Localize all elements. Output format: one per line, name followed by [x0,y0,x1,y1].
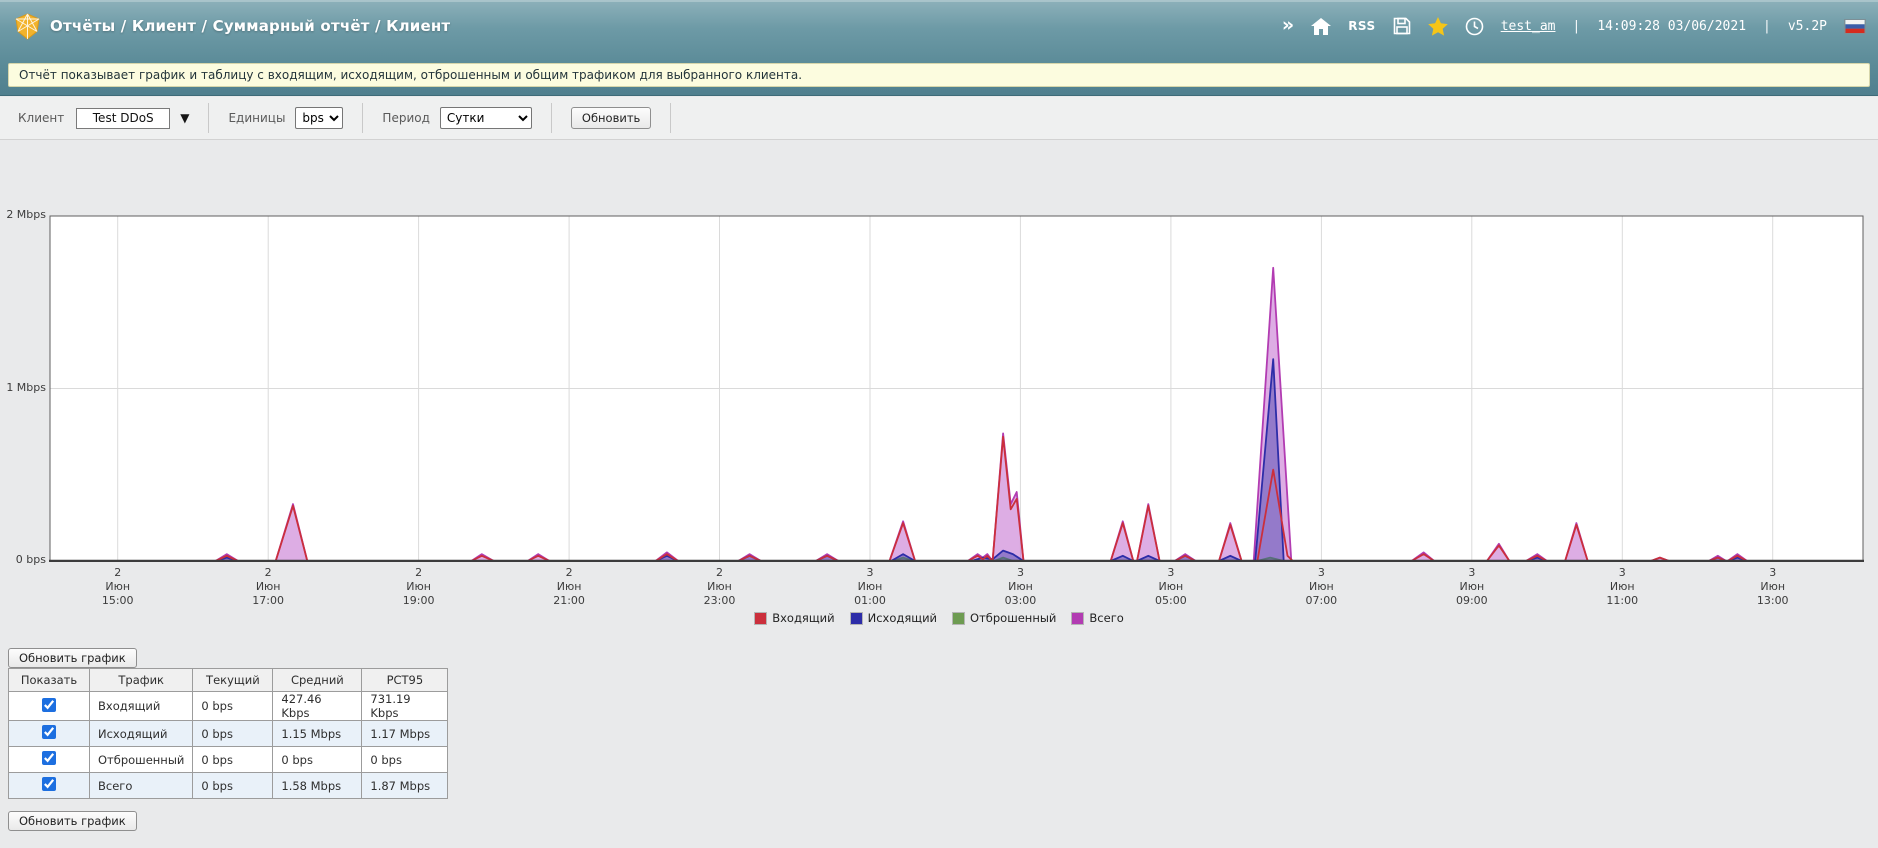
cell-show [8,746,90,773]
column-header-traffic: Трафик [88,668,194,692]
period-select[interactable]: Сутки [439,107,532,129]
divider [670,103,672,133]
traffic-table: Показать Трафик Текущий Средний PCT95 Вх… [8,668,449,799]
username-link[interactable]: test_am [1501,19,1556,34]
legend-item-dropped: Отброшенный [952,611,1056,625]
row-visibility-checkbox[interactable] [42,751,56,765]
units-label: Единицы [228,111,286,125]
x-axis-tick: 2 Июн 21:00 [553,566,585,607]
divider [550,103,552,133]
x-axis-tick: 2 Июн 23:00 [703,566,736,607]
period-label: Период [382,111,430,125]
home-icon[interactable] [1311,17,1332,35]
table-row: Отброшенный 0 bps 0 bps 0 bps [8,746,449,773]
cell-pct95: 731.19 Kbps [361,691,449,721]
row-visibility-checkbox[interactable] [42,697,56,712]
dropdown-arrow-icon[interactable]: ▼ [180,112,189,124]
traffic-chart [49,215,1864,562]
x-axis-tick: 3 Июн 05:00 [1155,566,1187,607]
legend-label: Исходящий [867,611,938,625]
separator: | [1572,18,1581,34]
x-axis-tick: 3 Июн 11:00 [1606,566,1639,607]
x-axis-labels: 2 Июн 15:00 2 Июн 17:00 2 Июн 19:00 2 Июн 21:00 2 Июн… [0,566,1878,610]
x-axis-tick: 3 Июн 13:00 [1756,566,1789,607]
row-visibility-checkbox[interactable] [42,777,56,791]
x-axis-tick: 3 Июн 07:00 [1305,566,1338,607]
cell-pct95: 1.17 Mbps [361,720,449,747]
table-header-row: Показать Трафик Текущий Средний PCT95 [8,668,449,692]
info-bar: Отчёт показывает график и таблицу с вход… [8,63,1870,87]
cell-show [8,691,90,721]
cell-traffic: Входящий [88,691,194,721]
row-visibility-checkbox[interactable] [42,725,56,739]
cell-average: 1.58 Mbps [272,772,363,799]
x-axis-tick: 2 Июн 15:00 [101,566,134,607]
cell-pct95: 1.87 Mbps [361,772,449,799]
y-axis-label: 0 bps [15,553,46,566]
version-text: v5.2P [1787,18,1827,34]
refresh-graph-button-top[interactable]: Обновить график [8,648,137,668]
client-label: Клиент [18,111,65,125]
column-header-show: Показать [8,668,90,692]
cell-show [8,720,90,747]
header-band: Отчёты / Клиент / Суммарный отчёт / Клие… [0,0,1878,96]
legend-label: Отброшенный [970,611,1057,625]
cell-traffic: Всего [88,772,194,799]
rss-link[interactable]: RSS [1348,19,1376,33]
legend-swatch-icon [952,611,966,625]
x-axis-tick: 3 Июн 01:00 [854,566,886,607]
legend-swatch-icon [754,611,768,625]
legend-label: Всего [1089,611,1124,625]
refresh-button[interactable]: Обновить [570,107,652,129]
breadcrumb-title: Отчёты / Клиент / Суммарный отчёт / Клие… [50,17,451,35]
cell-current: 0 bps [192,691,274,721]
table-row: Всего 0 bps 1.58 Mbps 1.87 Mbps [8,772,449,799]
cell-pct95: 0 bps [361,746,449,773]
y-axis-label: 2 Mbps [6,208,46,221]
cell-average: 427.46 Kbps [272,691,363,721]
column-header-average: Средний [272,668,363,692]
legend-swatch-icon [849,611,863,625]
x-axis-tick: 2 Июн 19:00 [402,566,435,607]
client-dropdown[interactable]: Test DDoS [76,107,171,129]
divider [208,103,210,133]
cell-current: 0 bps [192,746,274,773]
column-header-pct95: PCT95 [361,668,449,692]
filter-bar: Клиент Test DDoS ▼ Единицы bps Период Су… [0,97,1878,140]
cell-traffic: Отброшенный [88,746,194,773]
datetime-text: 14:09:28 03/06/2021 [1597,18,1747,34]
cell-current: 0 bps [192,772,274,799]
app-logo-shield-icon [15,12,40,40]
cell-current: 0 bps [192,720,274,747]
table-row: Исходящий 0 bps 1.15 Mbps 1.17 Mbps [8,720,449,747]
chart-legend: Входящий Исходящий Отброшенный Всего [0,611,1878,625]
locale-flag-icon[interactable] [1844,18,1866,34]
save-floppy-icon[interactable] [1393,17,1411,35]
column-header-current: Текущий [192,668,274,692]
separator: | [1763,18,1771,34]
x-axis-tick: 3 Июн 09:00 [1455,566,1488,607]
legend-label: Входящий [772,611,835,625]
legend-item-outgoing: Исходящий [849,611,938,625]
divider [362,103,364,133]
y-axis-label: 1 Mbps [6,380,46,394]
legend-swatch-icon [1071,611,1085,625]
refresh-graph-button-bottom[interactable]: Обновить график [8,811,137,831]
legend-item-total: Всего [1071,611,1124,625]
table-row: Входящий 0 bps 427.46 Kbps 731.19 Kbps [8,691,449,721]
cell-traffic: Исходящий [88,720,194,747]
legend-item-incoming: Входящий [754,611,835,625]
x-axis-tick: 2 Июн 17:00 [252,566,284,607]
header-toolbar: » RSS test_am | 14:09:28 03/06/2021 | v5… [1282,0,1866,52]
favorite-star-icon[interactable] [1427,16,1448,36]
history-clock-icon[interactable] [1465,17,1484,36]
x-axis-tick: 3 Июн 03:00 [1004,566,1037,607]
units-select[interactable]: bps [295,107,344,129]
title-row: Отчёты / Клиент / Суммарный отчёт / Клие… [0,0,1878,52]
expand-chevrons-icon[interactable]: » [1282,15,1294,37]
cell-average: 0 bps [272,746,363,773]
cell-show [8,772,90,799]
cell-average: 1.15 Mbps [272,720,363,747]
